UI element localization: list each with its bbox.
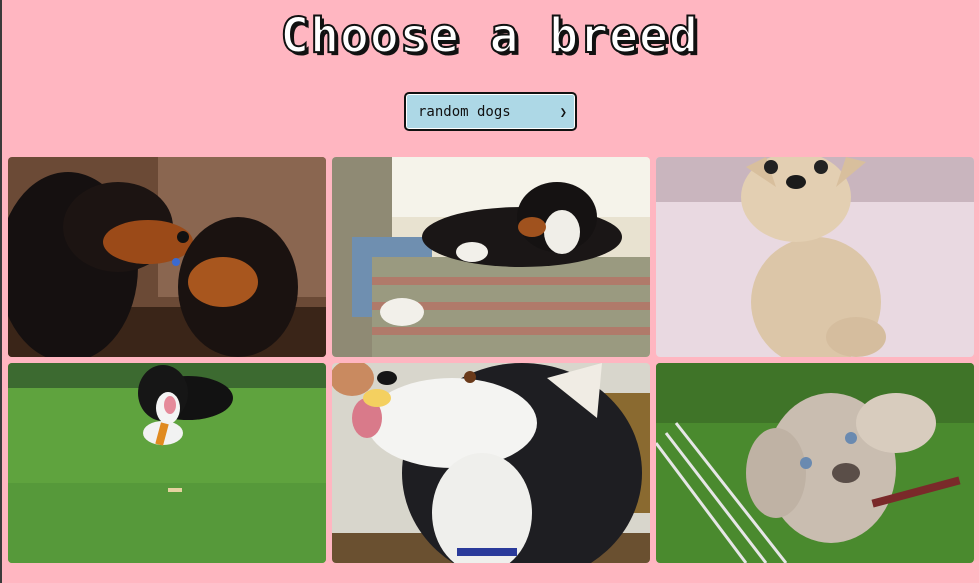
dog-photo-6: [656, 363, 974, 563]
breed-select[interactable]: random dogs ❯: [404, 92, 577, 131]
dog-photo-2: [332, 157, 650, 357]
breed-select-value: random dogs: [418, 103, 511, 120]
window-edge: [0, 0, 2, 583]
chevron-down-icon: ❯: [559, 104, 567, 119]
dog-photo-3: [656, 157, 974, 357]
page-title: Choose a breed: [279, 7, 699, 65]
dog-photo-5: [332, 363, 650, 563]
dog-photo-4: [8, 363, 326, 563]
breed-select-container: random dogs ❯: [404, 92, 577, 131]
dog-photo-1: [8, 157, 326, 357]
